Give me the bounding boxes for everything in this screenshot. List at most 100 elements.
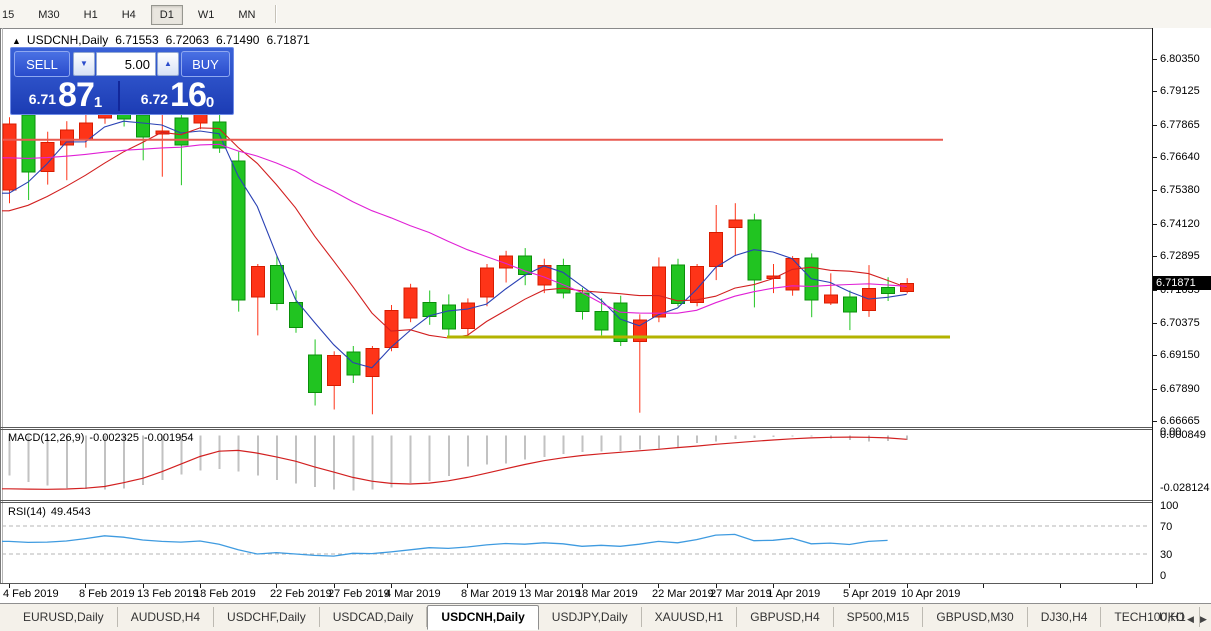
- chevron-down-icon: ▼: [80, 59, 88, 68]
- date-axis[interactable]: 4 Feb 2019 8 Feb 2019 13 Feb 2019 18 Feb 20…: [0, 584, 1211, 603]
- macd-signal-value: -0.001954: [143, 432, 194, 444]
- chart-symbol-period: USDCNH,Daily: [26, 33, 109, 47]
- price-axis-line: [1152, 28, 1153, 584]
- tab-dj30-h4[interactable]: DJ30,H4: [1028, 607, 1102, 627]
- chart-header: ▲ USDCNH,Daily 6.71553 6.72063 6.71490 6.7187…: [12, 33, 317, 47]
- sell-button[interactable]: SELL: [14, 51, 70, 77]
- price-tick-label: 6.75380: [1160, 184, 1200, 196]
- tab-xauusd-h1[interactable]: XAUUSD,H1: [642, 607, 738, 627]
- date-tick: [1060, 584, 1061, 588]
- timeframe-button-m30[interactable]: M30: [29, 5, 68, 25]
- date-label: 8 Feb 2019: [79, 588, 135, 600]
- mt4-trading-terminal: 15 M30 H1 H4 D1 W1 MN ▲ USDCNH,Daily 6.71553 6.72…: [0, 0, 1211, 631]
- timeframe-button-w1[interactable]: W1: [189, 5, 224, 25]
- rsi-axis-label: 30: [1160, 549, 1173, 561]
- sell-price-sup: 1: [93, 94, 103, 111]
- timeframe-button-h1[interactable]: H1: [75, 5, 107, 25]
- price-tick-label: 6.74120: [1160, 218, 1200, 230]
- date-label: 13 Feb 2019: [137, 588, 199, 600]
- rsi-panel-canvas[interactable]: [0, 503, 1152, 583]
- ma-slow-line: [2, 143, 907, 314]
- rsi-axis-label: 0: [1160, 570, 1167, 582]
- candles-layer: [2, 105, 915, 415]
- rsi-line: [2, 533, 888, 557]
- tab-gbpusd-m30[interactable]: GBPUSD,M30: [923, 607, 1028, 627]
- date-label: 4 Mar 2019: [385, 588, 441, 600]
- date-label: 18 Feb 2019: [194, 588, 256, 600]
- date-label: 22 Feb 2019: [270, 588, 332, 600]
- rsi-value: 49.4543: [50, 506, 91, 518]
- trade-panel-collapse-icon[interactable]: ▲: [12, 36, 21, 46]
- rsi-axis-label: 70: [1160, 521, 1173, 533]
- tab-scroll-left-icon[interactable]: ◀: [1184, 612, 1197, 626]
- tab-usdcnh-daily[interactable]: USDCNH,Daily: [427, 605, 539, 630]
- sell-price-small: 6.71: [28, 91, 57, 107]
- macd-label: MACD(12,26,9) -0.002325 -0.001954: [8, 432, 199, 444]
- price-tick-label: 6.72895: [1160, 250, 1200, 262]
- timeframe-button-h4[interactable]: H4: [113, 5, 145, 25]
- macd-axis-min: -0.028124: [1160, 482, 1210, 494]
- panel-separator[interactable]: [0, 500, 1157, 501]
- timeframe-button-15[interactable]: 15: [0, 5, 23, 25]
- sell-price-display[interactable]: 6.71 87 1: [13, 76, 120, 114]
- volume-decrease-button[interactable]: ▼: [73, 52, 95, 76]
- price-axis[interactable]: 6.80350 6.79125 6.77865 6.76640 6.75380 6.741…: [1152, 28, 1211, 584]
- date-label: 1 Apr 2019: [767, 588, 821, 600]
- date-label: 18 Mar 2019: [576, 588, 638, 600]
- buy-price-small: 6.72: [140, 91, 169, 107]
- current-price-tag: 6.71871: [1152, 276, 1211, 290]
- date-label: 27 Feb 2019: [328, 588, 390, 600]
- toolbar-separator: [275, 5, 278, 23]
- tab-eurusd-daily[interactable]: EURUSD,Daily: [10, 607, 118, 627]
- timeframe-toolbar: 15 M30 H1 H4 D1 W1 MN: [0, 0, 1211, 29]
- date-label: 22 Mar 2019: [652, 588, 714, 600]
- ohlc-close: 6.71871: [266, 33, 310, 47]
- price-tick-label: 6.77865: [1160, 119, 1200, 131]
- date-label: 10 Apr 2019: [901, 588, 961, 600]
- date-label: 13 Mar 2019: [519, 588, 581, 600]
- buy-price-big: 16: [170, 76, 207, 114]
- price-tick-label: 6.76640: [1160, 151, 1200, 163]
- timeframe-button-d1[interactable]: D1: [150, 5, 183, 25]
- date-tick: [983, 584, 984, 588]
- ohlc-high: 6.72063: [165, 33, 210, 47]
- price-tick-label: 6.69150: [1160, 349, 1200, 361]
- tab-usdchf-daily[interactable]: USDCHF,Daily: [214, 607, 320, 627]
- buy-price-display[interactable]: 6.72 16 0: [124, 76, 231, 114]
- macd-main-value: -0.002325: [89, 432, 139, 444]
- rsi-name: RSI(14): [8, 506, 46, 518]
- tab-scroll-right-icon[interactable]: ▶: [1197, 612, 1210, 626]
- ohlc-low: 6.71490: [216, 33, 260, 47]
- panel-separator: [0, 429, 1157, 430]
- macd-signal-line: [2, 436, 907, 490]
- date-label: 8 Mar 2019: [461, 588, 517, 600]
- date-label: 5 Apr 2019: [843, 588, 897, 600]
- date-label: 4 Feb 2019: [3, 588, 59, 600]
- price-tick-label: 6.79125: [1160, 85, 1200, 97]
- volume-increase-button[interactable]: ▲: [157, 52, 179, 76]
- volume-input[interactable]: [96, 52, 156, 76]
- rsi-axis-label: 100: [1160, 500, 1179, 512]
- buy-price-sup: 0: [205, 94, 215, 111]
- chevron-up-icon: ▲: [164, 59, 172, 68]
- one-click-trade-panel: SELL ▼ ▲ BUY 6.71 87 1 6.72 16 0: [10, 47, 234, 115]
- macd-name: MACD(12,26,9): [8, 432, 85, 444]
- price-tick-label: 6.67890: [1160, 383, 1200, 395]
- macd-axis-max: 0.000849: [1160, 429, 1206, 441]
- tab-usdjpy-daily[interactable]: USDJPY,Daily: [539, 607, 642, 627]
- price-tick-label: 6.70375: [1160, 317, 1200, 329]
- panel-separator[interactable]: [0, 427, 1157, 428]
- price-tick-label: 6.80350: [1160, 53, 1200, 65]
- timeframe-button-mn[interactable]: MN: [229, 5, 264, 25]
- tab-audusd-h4[interactable]: AUDUSD,H4: [118, 607, 215, 627]
- date-tick: [1136, 584, 1137, 588]
- tab-usdcad-daily[interactable]: USDCAD,Daily: [320, 607, 428, 627]
- panel-separator: [0, 502, 1157, 503]
- buy-button[interactable]: BUY: [181, 51, 230, 77]
- ohlc-open: 6.71553: [115, 33, 159, 47]
- date-label: 27 Mar 2019: [710, 588, 772, 600]
- sell-price-big: 87: [58, 76, 95, 114]
- chart-tab-bar: EURUSD,Daily AUDUSD,H4 USDCHF,Daily USDCAD,…: [0, 603, 1211, 631]
- tab-sp500-m15[interactable]: SP500,M15: [834, 607, 924, 627]
- tab-gbpusd-h4[interactable]: GBPUSD,H4: [737, 607, 834, 627]
